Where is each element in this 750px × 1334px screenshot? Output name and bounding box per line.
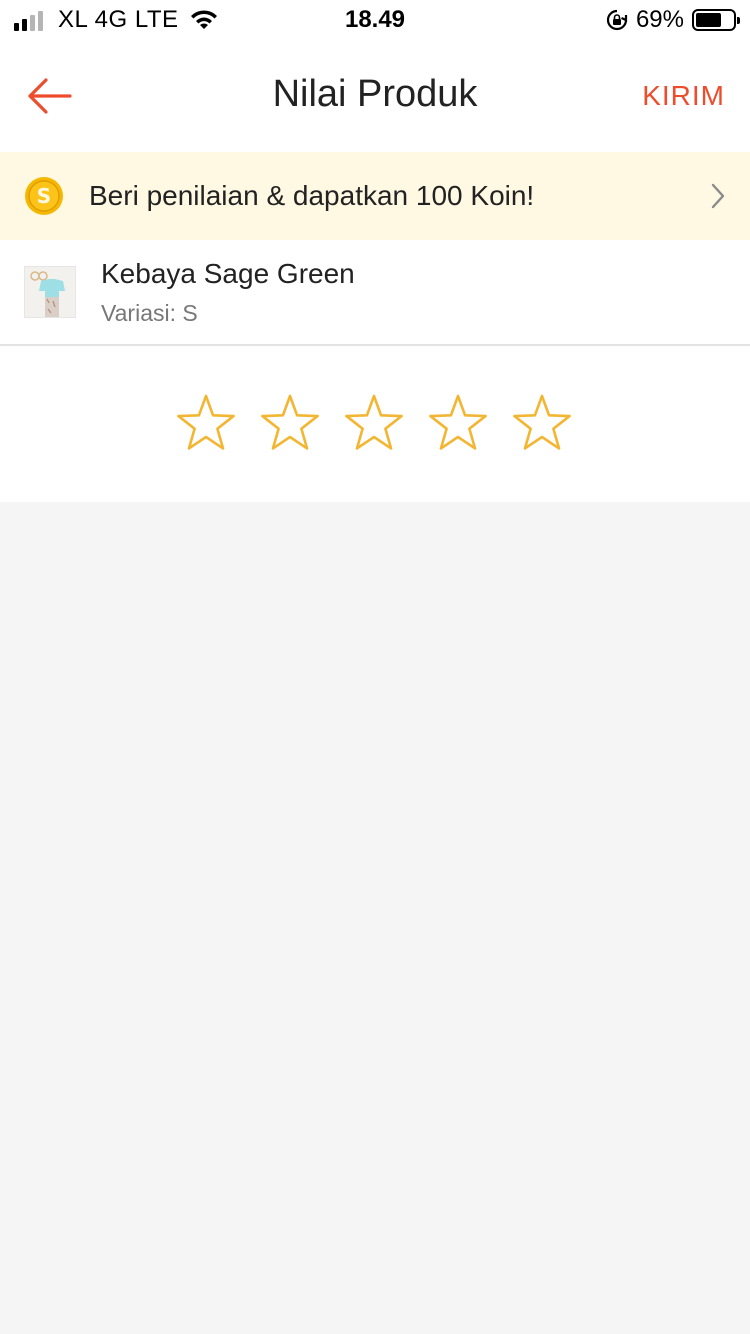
product-variant: Variasi: S	[101, 300, 198, 326]
star-1-icon[interactable]	[174, 392, 238, 456]
battery-cap	[737, 17, 740, 24]
coin-reward-banner[interactable]: S Beri penilaian & dapatkan 100 Koin!	[0, 152, 750, 240]
status-bar: XL 4G LTE 18.49 69%	[0, 0, 750, 40]
page-title: Nilai Produk	[272, 73, 478, 115]
battery-level-fill	[696, 13, 721, 27]
coin-icon: S	[25, 177, 63, 215]
battery-percentage: 69%	[635, 6, 684, 33]
star-2-icon[interactable]	[258, 392, 322, 456]
star-rating[interactable]	[174, 392, 574, 456]
star-4-icon[interactable]	[426, 392, 490, 456]
submit-button[interactable]: KIRIM	[642, 80, 725, 112]
star-3-icon[interactable]	[342, 392, 406, 456]
rotation-lock-icon	[606, 9, 628, 31]
battery-icon	[692, 9, 740, 31]
coin-letter: S	[37, 184, 51, 208]
product-item: Kebaya Sage Green Variasi: S	[0, 240, 750, 344]
kebaya-image-icon	[25, 267, 75, 317]
top-nav-bar: Nilai Produk KIRIM	[0, 40, 750, 152]
banner-text: Beri penilaian & dapatkan 100 Koin!	[89, 180, 535, 211]
star-rating-section	[0, 346, 750, 502]
product-thumbnail	[24, 266, 76, 318]
product-name: Kebaya Sage Green	[101, 258, 355, 289]
chevron-right-icon	[711, 183, 725, 209]
status-right: 69%	[606, 6, 740, 34]
star-5-icon[interactable]	[510, 392, 574, 456]
